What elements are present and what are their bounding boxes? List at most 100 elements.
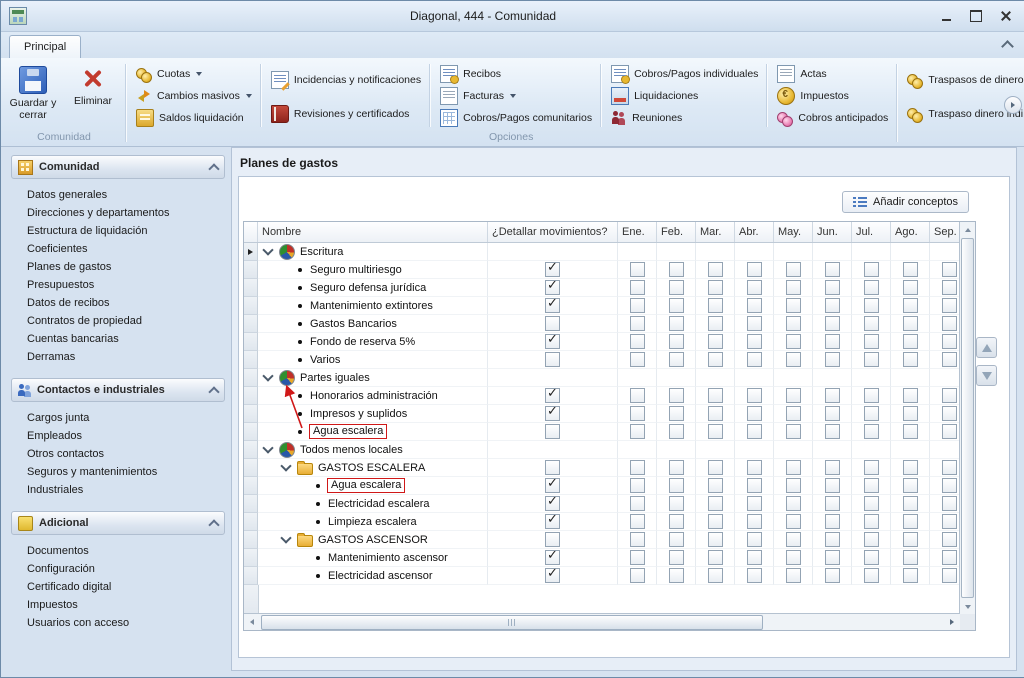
month-checkbox[interactable] [903, 298, 918, 313]
month-checkbox[interactable] [942, 496, 957, 511]
maximize-button[interactable] [969, 9, 983, 23]
table-row[interactable]: GASTOS ASCENSOR [244, 531, 960, 549]
month-checkbox[interactable] [747, 568, 762, 583]
table-row[interactable]: Honorarios administración [244, 387, 960, 405]
month-checkbox[interactable] [747, 316, 762, 331]
month-checkbox[interactable] [825, 334, 840, 349]
month-checkbox[interactable] [942, 514, 957, 529]
month-checkbox[interactable] [630, 478, 645, 493]
sidebar-item-coeficientes[interactable]: Coeficientes [11, 240, 225, 258]
ribbon-button-incidencias-y-notificaciones[interactable]: Incidencias y notificaciones [268, 70, 424, 90]
month-checkbox[interactable] [903, 460, 918, 475]
table-row[interactable]: Limpieza escalera [244, 513, 960, 531]
month-checkbox[interactable] [864, 568, 879, 583]
month-checkbox[interactable] [864, 334, 879, 349]
month-checkbox[interactable] [786, 550, 801, 565]
month-checkbox[interactable] [630, 532, 645, 547]
month-checkbox[interactable] [786, 568, 801, 583]
month-checkbox[interactable] [864, 406, 879, 421]
detail-checkbox[interactable] [545, 568, 560, 583]
month-checkbox[interactable] [786, 478, 801, 493]
month-checkbox[interactable] [630, 298, 645, 313]
table-row[interactable]: Gastos Bancarios [244, 315, 960, 333]
column-header-ene[interactable]: Ene. [618, 222, 657, 242]
month-checkbox[interactable] [669, 388, 684, 403]
month-checkbox[interactable] [630, 316, 645, 331]
month-checkbox[interactable] [903, 352, 918, 367]
month-checkbox[interactable] [903, 478, 918, 493]
ribbon-button-recibos[interactable]: Recibos [437, 64, 595, 84]
ribbon-collapse-button[interactable] [999, 38, 1015, 52]
column-header-abr[interactable]: Abr. [735, 222, 774, 242]
month-checkbox[interactable] [747, 352, 762, 367]
vertical-scrollbar[interactable] [959, 222, 975, 614]
sidebar-item-direcciones-y-departamentos[interactable]: Direcciones y departamentos [11, 204, 225, 222]
month-checkbox[interactable] [747, 550, 762, 565]
month-checkbox[interactable] [669, 478, 684, 493]
month-checkbox[interactable] [669, 532, 684, 547]
table-row[interactable]: Todos menos locales [244, 441, 960, 459]
sidebar-item-empleados[interactable]: Empleados [11, 427, 225, 445]
ribbon-button-cambios-masivos[interactable]: Cambios masivos [133, 86, 255, 106]
ribbon-overflow-button[interactable] [1004, 96, 1022, 114]
month-checkbox[interactable] [864, 280, 879, 295]
table-row[interactable]: Agua escalera [244, 423, 960, 441]
month-checkbox[interactable] [942, 298, 957, 313]
sidebar-item-cargos-junta[interactable]: Cargos junta [11, 409, 225, 427]
month-checkbox[interactable] [903, 280, 918, 295]
month-checkbox[interactable] [864, 262, 879, 277]
month-checkbox[interactable] [669, 334, 684, 349]
month-checkbox[interactable] [825, 550, 840, 565]
table-row[interactable]: Partes iguales [244, 369, 960, 387]
month-checkbox[interactable] [903, 514, 918, 529]
month-checkbox[interactable] [669, 514, 684, 529]
month-checkbox[interactable] [786, 316, 801, 331]
month-checkbox[interactable] [864, 424, 879, 439]
month-checkbox[interactable] [669, 496, 684, 511]
column-header-ago[interactable]: Ago. [891, 222, 930, 242]
month-checkbox[interactable] [747, 298, 762, 313]
month-checkbox[interactable] [708, 478, 723, 493]
month-checkbox[interactable] [864, 496, 879, 511]
month-checkbox[interactable] [747, 460, 762, 475]
table-row[interactable]: Mantenimiento ascensor [244, 549, 960, 567]
month-checkbox[interactable] [630, 352, 645, 367]
ribbon-button-cuotas[interactable]: Cuotas [133, 64, 255, 84]
sidebar-section-header-adicional[interactable]: Adicional [11, 511, 225, 535]
month-checkbox[interactable] [708, 550, 723, 565]
sidebar-item-documentos[interactable]: Documentos [11, 542, 225, 560]
column-header-feb[interactable]: Feb. [657, 222, 696, 242]
month-checkbox[interactable] [942, 406, 957, 421]
expander-icon[interactable] [262, 370, 273, 381]
month-checkbox[interactable] [942, 424, 957, 439]
month-checkbox[interactable] [747, 262, 762, 277]
month-checkbox[interactable] [786, 352, 801, 367]
month-checkbox[interactable] [903, 496, 918, 511]
month-checkbox[interactable] [708, 352, 723, 367]
ribbon-button-reuniones[interactable]: Reuniones [608, 108, 761, 128]
column-header-may[interactable]: May. [774, 222, 813, 242]
detail-checkbox[interactable] [545, 514, 560, 529]
detail-checkbox[interactable] [545, 478, 560, 493]
month-checkbox[interactable] [669, 298, 684, 313]
sidebar-item-datos-de-recibos[interactable]: Datos de recibos [11, 294, 225, 312]
month-checkbox[interactable] [708, 406, 723, 421]
month-checkbox[interactable] [708, 298, 723, 313]
month-checkbox[interactable] [942, 334, 957, 349]
month-checkbox[interactable] [903, 316, 918, 331]
month-checkbox[interactable] [786, 532, 801, 547]
month-checkbox[interactable] [708, 280, 723, 295]
month-checkbox[interactable] [825, 568, 840, 583]
tab-principal[interactable]: Principal [9, 35, 81, 58]
detail-checkbox[interactable] [545, 496, 560, 511]
month-checkbox[interactable] [825, 460, 840, 475]
ribbon-button-guardar-y-cerrar[interactable]: Guardar y cerrar [5, 63, 61, 131]
month-checkbox[interactable] [747, 424, 762, 439]
detail-checkbox[interactable] [545, 352, 560, 367]
table-row[interactable]: Seguro defensa jurídica [244, 279, 960, 297]
month-checkbox[interactable] [825, 496, 840, 511]
column-header-detallar[interactable]: ¿Detallar movimientos? [488, 222, 618, 242]
month-checkbox[interactable] [942, 532, 957, 547]
vertical-scrollbar-thumb[interactable] [961, 238, 974, 598]
minimize-button[interactable] [939, 9, 953, 23]
